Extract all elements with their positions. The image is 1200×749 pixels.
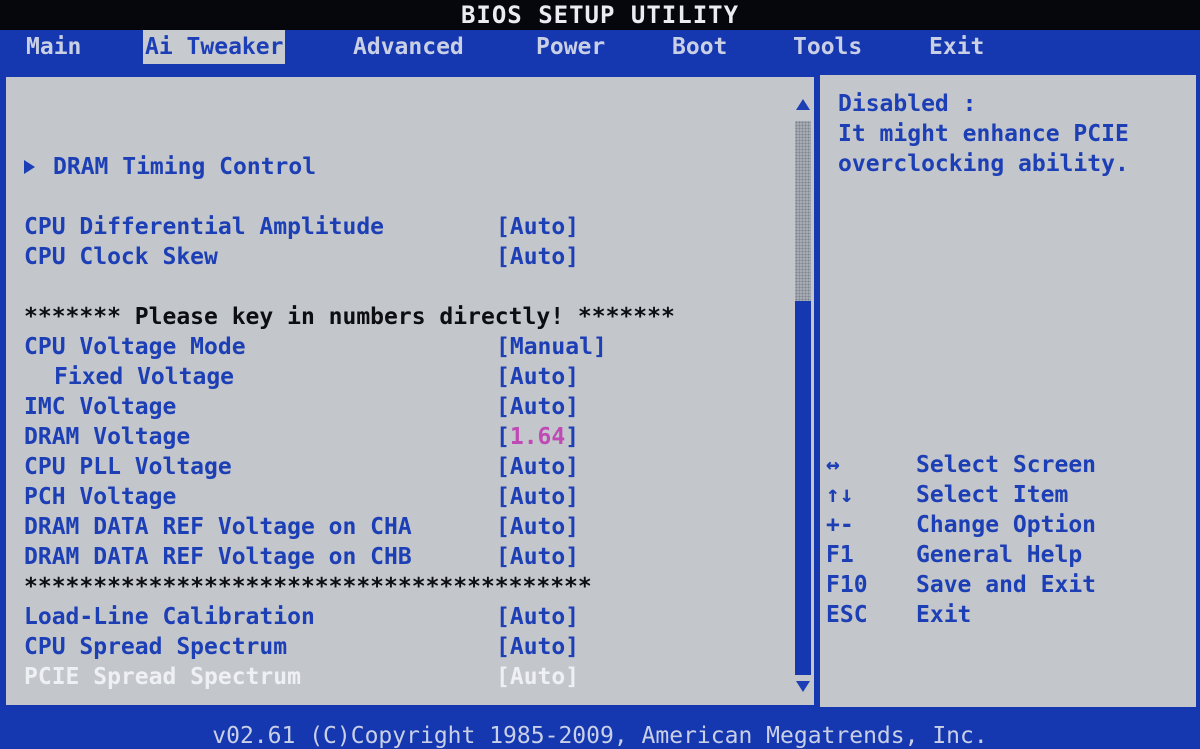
tab-main[interactable]: Main [26, 30, 81, 64]
key-description: Exit [916, 602, 972, 628]
key-description: General Help [916, 542, 1083, 568]
setting-label: IMC Voltage [24, 394, 177, 420]
key-legend-row: ↔ Select Screen [826, 450, 1186, 480]
setting-value[interactable]: [Auto] [496, 512, 579, 542]
key-name: F1 [826, 542, 854, 568]
copyright-footer: v02.61 (C)Copyright 1985-2009, American … [0, 716, 1200, 749]
help-text-line: It might enhance PCIE [838, 121, 1129, 147]
manual-entry-notice: ******* Please key in numbers directly! … [6, 302, 796, 332]
menu-bar: Main Ai Tweaker Advanced Power Boot Tool… [0, 30, 1200, 66]
setting-row[interactable]: PCH Voltage [Auto] [6, 482, 796, 512]
key-name: ESC [826, 602, 868, 628]
key-description: Save and Exit [916, 572, 1097, 598]
separator-line: ****************************************… [6, 572, 796, 602]
setting-label: CPU Voltage Mode [24, 334, 246, 360]
window-title: BIOS SETUP UTILITY [0, 0, 1200, 30]
scroll-down-arrow-icon[interactable] [796, 681, 810, 692]
key-description: Change Option [916, 512, 1097, 538]
tab-ai-tweaker[interactable]: Ai Tweaker [143, 30, 286, 64]
setting-value[interactable]: [Auto] [496, 392, 579, 422]
setting-label: PCH Voltage [24, 484, 177, 510]
setting-row[interactable]: Fixed Voltage [Auto] [6, 362, 796, 392]
setting-value[interactable]: [Auto] [496, 482, 579, 512]
key-description: Select Screen [916, 452, 1097, 478]
setting-row[interactable]: DRAM Voltage [1.64] [6, 422, 796, 452]
tab-boot[interactable]: Boot [672, 30, 727, 64]
setting-label: DRAM DATA REF Voltage on CHA [24, 514, 412, 540]
setting-value[interactable]: [Auto] [496, 452, 579, 482]
setting-row[interactable]: CPU Spread Spectrum [Auto] [6, 632, 796, 662]
tab-advanced[interactable]: Advanced [353, 30, 464, 64]
setting-label: Fixed Voltage [54, 364, 235, 390]
plus-minus-icon: +- [826, 512, 854, 538]
setting-value[interactable]: [Manual] [496, 332, 607, 362]
setting-value[interactable]: [Auto] [496, 602, 579, 632]
help-text-line: overclocking ability. [838, 151, 1129, 177]
setting-value[interactable]: [1.64] [496, 422, 579, 452]
setting-value[interactable]: [Auto] [496, 242, 579, 272]
setting-row[interactable]: CPU PLL Voltage [Auto] [6, 452, 796, 482]
notice-text: ******* Please key in numbers directly! … [24, 304, 675, 330]
separator-stars: ****************************************… [24, 574, 592, 600]
key-name: F10 [826, 572, 868, 598]
settings-panel: DRAM Timing Control CPU Differential Amp… [4, 75, 816, 707]
submenu-dram-timing-control[interactable]: DRAM Timing Control [6, 152, 796, 182]
setting-row[interactable]: DRAM DATA REF Voltage on CHA [Auto] [6, 512, 796, 542]
key-legend-row: ESC Exit [826, 600, 1186, 630]
setting-row-selected[interactable]: PCIE Spread Spectrum [Auto] [6, 662, 796, 692]
setup-screen: DRAM Timing Control CPU Differential Amp… [0, 66, 1200, 716]
setting-row[interactable]: CPU Clock Skew [Auto] [6, 242, 796, 272]
setting-label: DRAM Voltage [24, 424, 191, 450]
setting-label: CPU Spread Spectrum [24, 634, 288, 660]
setting-value[interactable]: [Auto] [496, 212, 579, 242]
left-right-arrows-icon: ↔ [826, 452, 840, 478]
key-description: Select Item [916, 482, 1069, 508]
setting-value[interactable]: [Auto] [496, 362, 579, 392]
key-legend-row: F1 General Help [826, 540, 1186, 570]
up-down-arrows-icon: ↑↓ [826, 482, 854, 508]
scrollbar-thumb[interactable] [795, 121, 811, 301]
setting-value[interactable]: [Auto] [496, 632, 579, 662]
tab-power[interactable]: Power [536, 30, 605, 64]
submenu-arrow-icon [24, 160, 35, 174]
help-panel: Disabled : It might enhance PCIE overclo… [820, 75, 1196, 707]
setting-row[interactable]: CPU Voltage Mode [Manual] [6, 332, 796, 362]
key-legend-row: ↑↓ Select Item [826, 480, 1186, 510]
tab-tools[interactable]: Tools [793, 30, 862, 64]
voltage-input[interactable]: 1.64 [510, 424, 565, 450]
setting-label: CPU Clock Skew [24, 244, 218, 270]
help-text-line: Disabled : [838, 91, 977, 117]
scroll-up-arrow-icon[interactable] [796, 99, 810, 110]
tab-exit[interactable]: Exit [929, 30, 984, 64]
setting-row[interactable]: CPU Differential Amplitude [Auto] [6, 212, 796, 242]
setting-label: PCIE Spread Spectrum [24, 664, 301, 690]
setting-row[interactable]: DRAM DATA REF Voltage on CHB [Auto] [6, 542, 796, 572]
submenu-label: DRAM Timing Control [24, 152, 316, 182]
setting-value[interactable]: [Auto] [496, 542, 579, 572]
setting-label: DRAM DATA REF Voltage on CHB [24, 544, 412, 570]
setting-label: Load-Line Calibration [24, 604, 315, 630]
key-legend-row: +- Change Option [826, 510, 1186, 540]
setting-row[interactable]: Load-Line Calibration [Auto] [6, 602, 796, 632]
setting-label: CPU PLL Voltage [24, 454, 232, 480]
scrollbar-track[interactable] [795, 121, 811, 675]
setting-value[interactable]: [Auto] [496, 662, 579, 692]
key-legend-row: F10 Save and Exit [826, 570, 1186, 600]
setting-label: CPU Differential Amplitude [24, 214, 385, 240]
setting-row[interactable]: IMC Voltage [Auto] [6, 392, 796, 422]
